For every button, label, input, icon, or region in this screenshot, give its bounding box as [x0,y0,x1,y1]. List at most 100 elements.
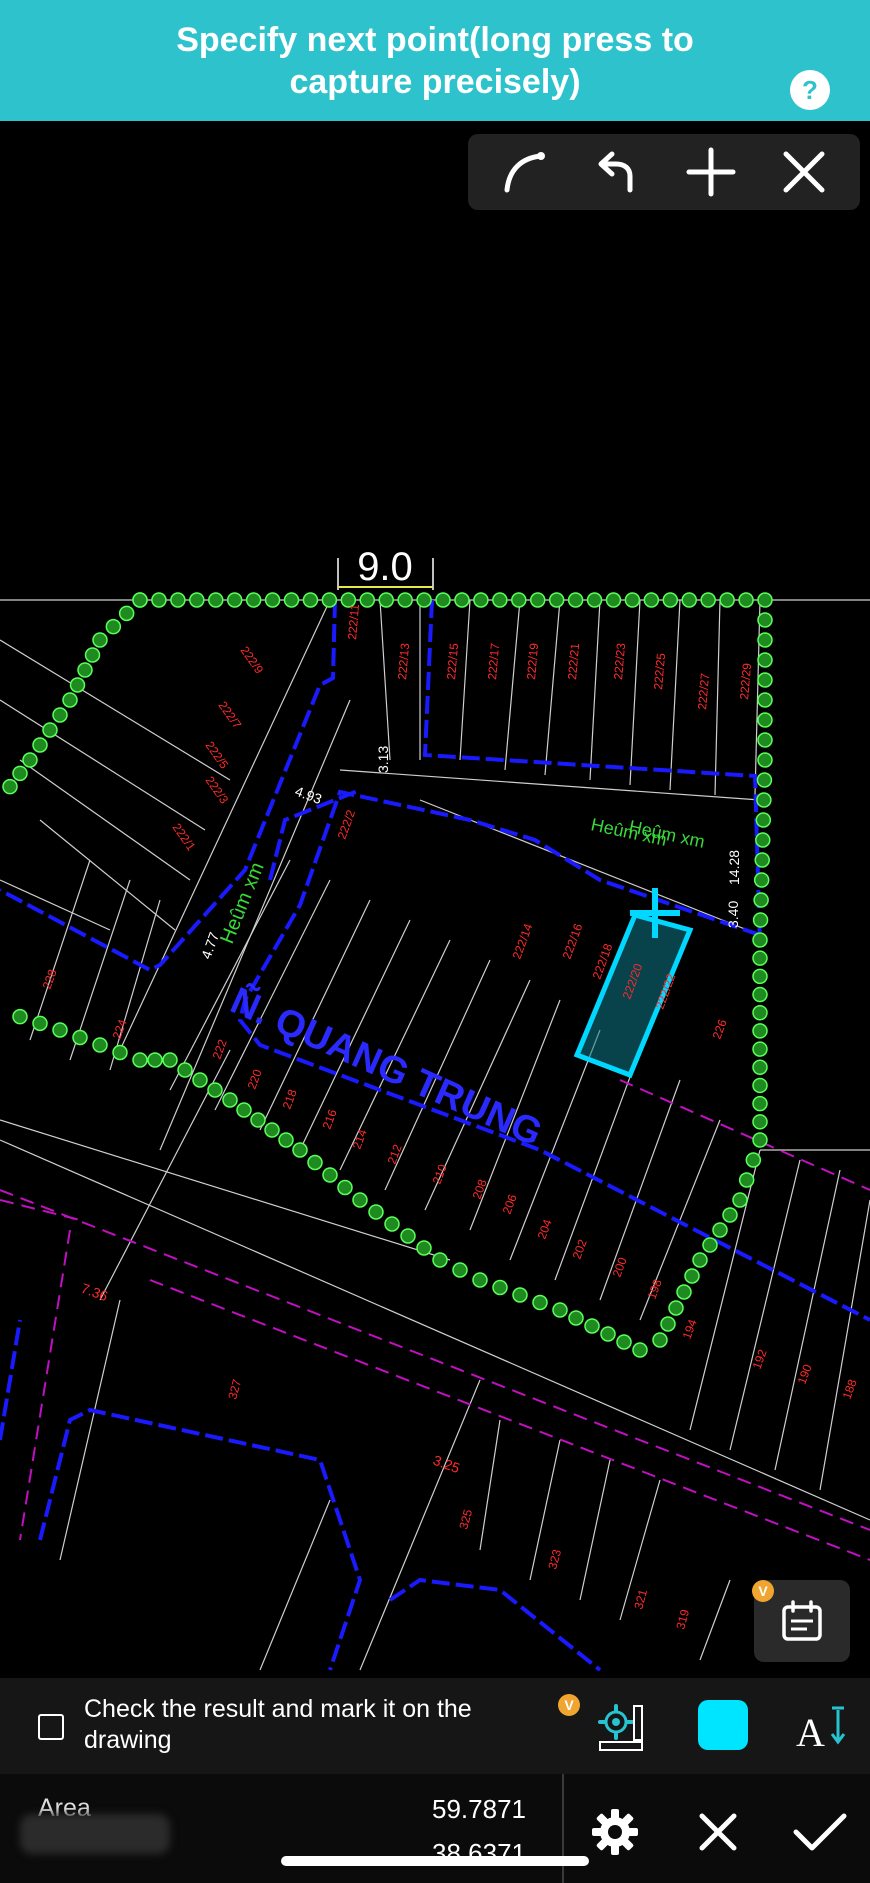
boundary-dot [755,812,772,828]
boundary-dot [69,677,86,693]
lot-label-bottom: 323 [545,1547,564,1570]
lot-label-top: 222/13 [395,642,412,680]
boundary-dot [752,968,768,985]
lot-lines [0,599,870,1671]
boundary-dot [616,1334,632,1350]
boundary-dot [77,662,93,678]
boundary-dot [567,592,584,608]
boundary-dot [584,1318,600,1334]
lot-label-top: 222/15 [444,642,461,680]
lot-label-bottom: 321 [631,1587,650,1610]
confirm-check-icon[interactable] [790,1802,850,1862]
boundary-dot [757,632,773,648]
settings-gear-icon[interactable] [585,1802,645,1862]
boundary-dot [757,612,773,628]
lot-label-mid: 198 [645,1277,665,1301]
boundary-dot [752,1041,768,1057]
boundary-dot [32,1015,48,1032]
check-result-checkbox[interactable] [38,1714,64,1740]
boundary-dot [12,1008,28,1025]
close-button[interactable] [769,137,839,207]
lot-label-left: 222/5 [203,739,232,772]
boundary-dot [719,592,735,608]
alley-label-3: Heûm xm [216,859,268,947]
boundary-dot [2,778,18,795]
measure-value-1: 59.7871 [432,1794,526,1824]
vip-badge: V [752,1580,774,1602]
boundary-dot [162,1052,178,1068]
calendar-list-icon [782,1600,822,1641]
boundary-dot [732,1192,748,1208]
boundary-lines [0,599,870,1672]
lot-label-mid: 214 [350,1127,370,1151]
boundary-dot [473,592,489,608]
lot-label-top: 222/27 [695,672,712,710]
boundary-dot [757,732,773,748]
cancel-icon[interactable] [688,1802,748,1862]
cad-drawing-canvas[interactable]: 9.0 Ñ. QUANG TRUNG Heûm xm Heûm xm Heûm … [0,121,870,1678]
boundary-dot [278,1132,294,1148]
boundary-dot [52,707,68,723]
lot-label-mid: 212 [385,1142,405,1166]
lot-label-mid: 188 [840,1377,860,1401]
boundary-dot [662,592,679,608]
boundary-dot [118,605,135,622]
lot-label-bottom: 327 [225,1377,244,1400]
boundary-dot [752,1095,768,1112]
boundary-dot [22,752,38,768]
boundary-dot [302,592,319,608]
boundary-dot [52,1022,68,1038]
boundary-dot [632,1342,648,1358]
lot-label-top: 222/11 [345,603,362,640]
boundary-dot [12,765,28,782]
boundary-dot [132,592,148,608]
boundary-dot [322,1167,338,1183]
color-swatch-icon[interactable] [698,1700,748,1750]
undo-arrow-icon [598,151,632,193]
boundary-dot [283,592,300,608]
boundary-dot [660,1316,676,1332]
boundary-dot [668,1300,684,1316]
boundary-dot [250,1112,266,1128]
boundary-dot [307,1154,323,1171]
add-point-button[interactable] [676,137,746,207]
boundary-dot [132,1052,148,1068]
lot-label-mid: 224 [110,1017,130,1041]
boundary-dot [62,692,78,708]
boundary-dot [32,737,48,753]
boundary-dot [432,1252,448,1268]
boundary-dot [226,592,243,608]
boundary-dot [492,592,508,608]
dimension-label: 9.0 [357,545,413,589]
undo-button[interactable] [583,137,653,207]
lot-label-mid: 218 [280,1087,300,1111]
boundary-dot [378,592,394,608]
plus-icon [686,147,735,197]
check-result-label: Check the result and mark it on the draw… [84,1695,472,1754]
boundary-dot [676,1284,692,1300]
arc-icon [504,152,545,193]
boundary-dot [352,1192,368,1208]
arc-tool-button[interactable] [490,137,560,207]
lot-label-bottom: 319 [673,1607,692,1630]
lot-label-top: 222/25 [651,652,668,690]
boundary-dot [752,950,768,966]
boundary-dot [292,1142,308,1158]
question-mark-icon[interactable]: ? [790,70,830,110]
boundary-dot [512,1287,528,1303]
boundary-dot [105,618,122,635]
instruction-banner: Specify next point(long press to capture… [0,0,870,121]
boundary-dot [532,1294,548,1311]
text-size-icon[interactable]: A [790,1698,850,1758]
boundary-dot [511,592,527,608]
svg-text:A: A [796,1710,825,1755]
boundary-dot [397,592,413,608]
boundary-dot [756,772,773,788]
lot-label-mid: 226 [710,1017,730,1041]
boundary-dot [264,1122,280,1138]
boundary-dot [321,592,338,608]
settings-ruler-icon[interactable] [592,1698,652,1758]
side-dim-6: 7.36 [79,1280,110,1304]
boundary-dot [529,592,546,608]
boundary-dot [757,752,773,768]
